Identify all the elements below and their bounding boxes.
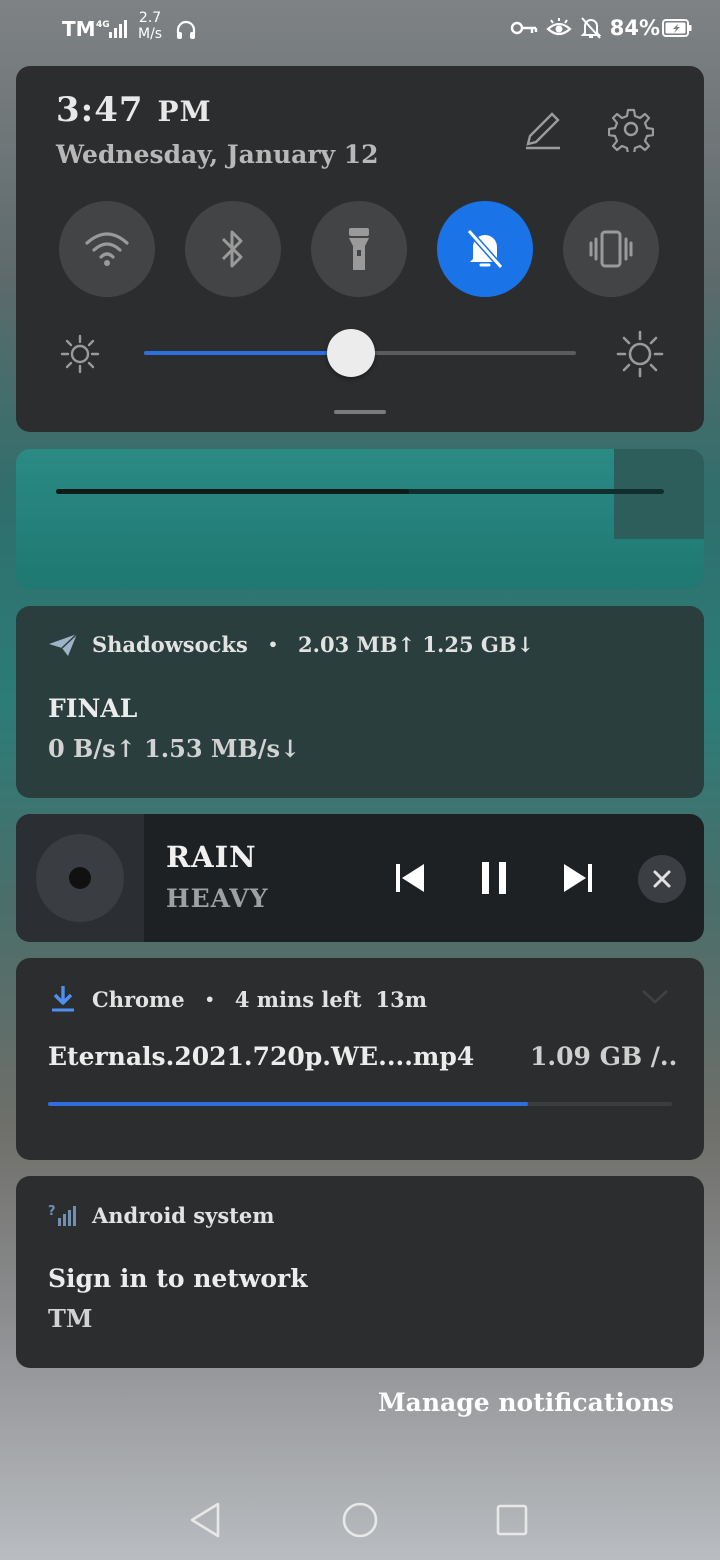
muted-bell-icon	[580, 17, 602, 39]
do-not-disturb-bell-icon	[466, 229, 504, 269]
notification-body: 0 B/s↑ 1.53 MB/s↓	[48, 734, 301, 763]
speed-unit: M/s	[138, 26, 163, 42]
download-filename: Eternals.2021.720p.WE....mp4	[48, 1042, 475, 1071]
app-name: Chrome	[92, 986, 185, 1012]
speed-value: 2.7	[138, 10, 162, 26]
close-media-button[interactable]	[638, 855, 686, 903]
status-right-group: 84%	[510, 16, 660, 40]
elapsed-time: 13m	[375, 986, 427, 1012]
vpn-key-icon	[510, 21, 537, 35]
download-progress-fill	[48, 1102, 528, 1106]
download-icon	[52, 986, 74, 1012]
traffic-meta: 2.03 MB↑ 1.25 GB↓	[298, 632, 535, 657]
panel-drag-handle[interactable]	[334, 410, 386, 414]
signal-strength-icon: 4G	[96, 20, 127, 38]
pause-icon[interactable]	[474, 858, 514, 898]
carrier-label: TM	[62, 17, 96, 41]
previous-track-icon[interactable]	[390, 858, 430, 898]
time-left: 4 mins left	[234, 986, 362, 1012]
flashlight-toggle[interactable]	[311, 201, 407, 297]
track-artist: HEAVY	[166, 884, 269, 913]
bluetooth-toggle[interactable]	[185, 201, 281, 297]
quick-settings-panel: 3:47 PM Wednesday, January 12	[16, 66, 704, 432]
video-seek-progress	[56, 489, 409, 494]
notification-body: TM	[48, 1304, 93, 1333]
settings-gear-icon[interactable]	[608, 106, 654, 152]
clock-ampm: PM	[157, 95, 212, 128]
edit-pencil-icon[interactable]	[520, 106, 566, 152]
brightness-handle[interactable]	[327, 329, 375, 377]
recents-nav-icon[interactable]	[492, 1500, 532, 1540]
notification-header: Shadowsocks • 2.03 MB↑ 1.25 GB↓	[48, 632, 534, 657]
video-player-card[interactable]	[16, 449, 704, 589]
notification-title: Sign in to network	[48, 1264, 308, 1293]
vibrate-icon	[589, 230, 633, 268]
video-frame-thumbnail	[614, 449, 704, 539]
android-system-notification[interactable]: ? Android system Sign in to network TM	[16, 1176, 704, 1368]
next-track-icon[interactable]	[558, 858, 598, 898]
brightness-low-icon	[60, 334, 100, 374]
bluetooth-icon	[221, 230, 243, 268]
network-type-label: 4G	[96, 20, 110, 30]
clock[interactable]: 3:47 PM	[56, 90, 212, 130]
media-notification[interactable]: RAIN HEAVY	[16, 814, 704, 942]
do-not-disturb-toggle[interactable]	[437, 201, 533, 297]
shadowsocks-notification[interactable]: Shadowsocks • 2.03 MB↑ 1.25 GB↓ FINAL 0 …	[16, 606, 704, 798]
manage-notifications-button[interactable]: Manage notifications	[378, 1388, 674, 1417]
svg-text:?: ?	[48, 1204, 56, 1219]
notification-header: Chrome • 4 mins left 13m	[48, 984, 427, 1014]
flashlight-icon	[349, 228, 369, 270]
back-nav-icon[interactable]	[186, 1500, 226, 1540]
app-name: Android system	[92, 1202, 275, 1228]
date-label[interactable]: Wednesday, January 12	[56, 140, 379, 169]
wifi-icon	[85, 232, 129, 266]
battery-percent: 84%	[609, 16, 660, 40]
battery-icon	[662, 19, 692, 37]
vibrate-toggle[interactable]	[563, 201, 659, 297]
wifi-toggle[interactable]	[59, 201, 155, 297]
clock-time: 3:47	[56, 90, 144, 130]
notification-header: ? Android system	[48, 1202, 274, 1228]
brightness-fill	[144, 351, 351, 355]
home-nav-icon[interactable]	[340, 1500, 380, 1540]
separator-dot: •	[204, 989, 215, 1009]
disc-center	[69, 867, 91, 889]
network-speed: 2.7 M/s	[138, 10, 162, 42]
eye-comfort-icon	[546, 18, 572, 36]
download-size: 1.09 GB /..	[530, 1042, 678, 1071]
track-title: RAIN	[166, 840, 257, 874]
separator-dot: •	[267, 635, 279, 654]
status-bar: TM 4G 2.7 M/s 84%	[0, 0, 720, 60]
brightness-high-icon	[616, 330, 664, 378]
paper-plane-icon	[49, 632, 78, 656]
headphones-icon	[176, 20, 196, 39]
close-icon	[653, 870, 671, 888]
app-name: Shadowsocks	[92, 632, 248, 657]
no-internet-signal-icon: ?	[48, 1204, 76, 1226]
notification-title: FINAL	[48, 694, 138, 723]
chevron-down-icon[interactable]	[640, 984, 670, 1008]
chrome-download-notification[interactable]: Chrome • 4 mins left 13m Eternals.2021.7…	[16, 958, 704, 1160]
